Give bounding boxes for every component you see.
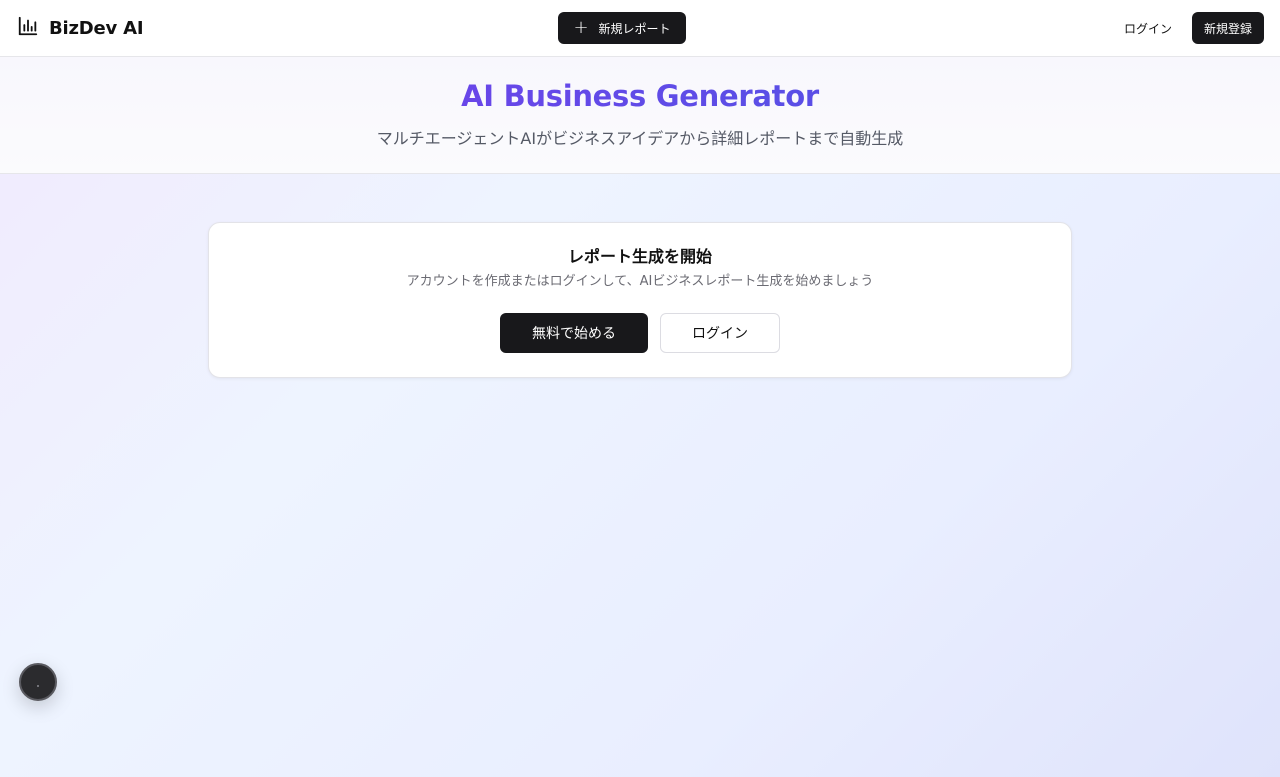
top-navigation-bar: BizDev AI + 新規レポート ログイン 新規登録: [0, 0, 1280, 57]
hero-title: AI Business Generator: [0, 79, 1280, 113]
hero-subtitle: マルチエージェントAIがビジネスアイデアから詳細レポートまで自動生成: [376, 129, 904, 148]
start-free-button[interactable]: 無料で始める: [500, 313, 648, 353]
app-logo[interactable]: BizDev AI: [17, 15, 144, 41]
hero-banner: AI Business Generator マルチエージェントAIがビジネスアイ…: [0, 57, 1280, 174]
plus-icon: +: [573, 17, 589, 38]
bar-chart-icon: [17, 15, 39, 41]
dot-icon: [37, 685, 39, 687]
new-report-button[interactable]: + 新規レポート: [558, 12, 686, 44]
new-report-label: 新規レポート: [598, 21, 671, 36]
header-login-button[interactable]: ログイン: [1112, 12, 1184, 44]
card-login-button[interactable]: ログイン: [660, 313, 780, 353]
card-title: レポート生成を開始: [567, 247, 712, 266]
get-started-card: レポート生成を開始 アカウントを作成またはログインして、AIビジネスレポート生成…: [208, 222, 1072, 378]
floating-action-button[interactable]: [19, 663, 57, 701]
signup-button[interactable]: 新規登録: [1192, 12, 1264, 44]
app-name: BizDev AI: [49, 17, 144, 39]
card-description: アカウントを作成またはログインして、AIビジネスレポート生成を始めましょう: [406, 274, 874, 289]
